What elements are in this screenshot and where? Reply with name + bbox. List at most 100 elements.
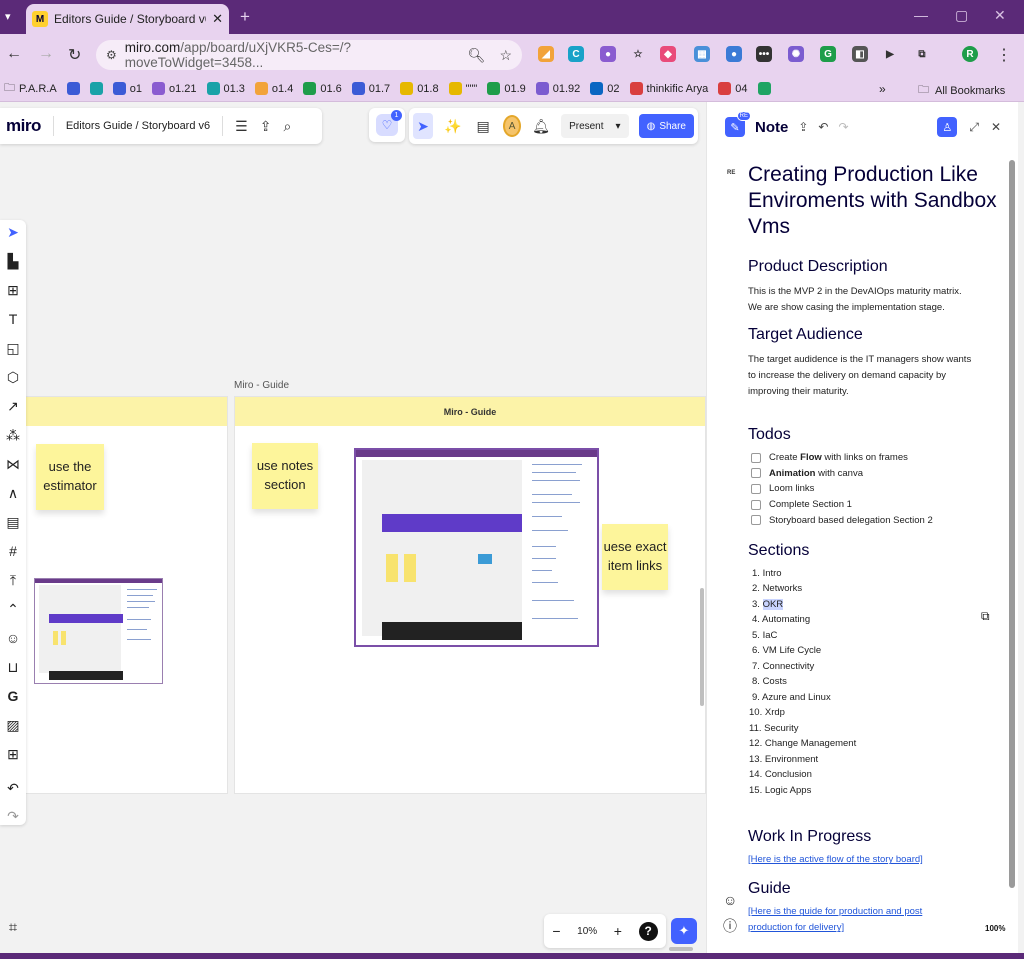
upload-tool-icon[interactable]: ⤒ <box>0 568 26 592</box>
apps-tool-icon[interactable]: ⌃ <box>0 597 26 621</box>
canvas-scrollbar-horizontal[interactable] <box>669 947 693 951</box>
todo-item[interactable]: Loom links <box>751 481 997 497</box>
card-tool-icon[interactable]: ⊔ <box>0 655 26 679</box>
bookmark-item[interactable] <box>89 82 103 95</box>
embedded-screenshot-large[interactable] <box>354 448 599 647</box>
section-list-item[interactable]: 3. OKR <box>752 597 997 613</box>
section-list-item[interactable]: 7. Connectivity <box>752 659 997 675</box>
cursor-follow-icon[interactable]: ➤ <box>413 113 434 139</box>
undo-icon[interactable]: ↶ <box>0 776 26 800</box>
comments-icon[interactable]: ▤ <box>473 113 493 139</box>
ai-assistant-icon[interactable]: ✦ <box>671 918 697 944</box>
expand-icon[interactable]: ⤢ <box>969 120 979 135</box>
back-icon[interactable]: ← <box>6 45 22 63</box>
zoom-level[interactable]: 10% <box>577 926 597 937</box>
share-button[interactable]: ◍ Share <box>638 114 694 138</box>
notifications-bell-icon[interactable]: 🔔︎ <box>531 113 551 139</box>
google-app-icon[interactable]: G <box>0 684 26 708</box>
pen-tool-icon[interactable]: ∧ <box>0 481 26 505</box>
section-list-item[interactable]: 11. Security <box>749 721 997 737</box>
frame-tool-icon[interactable]: # <box>0 539 26 563</box>
section-list-item[interactable]: 2. Networks <box>752 581 997 597</box>
user-avatar[interactable]: A <box>503 115 522 137</box>
extension-11-icon[interactable]: ◧ <box>852 46 868 62</box>
bookmark-item[interactable]: """ <box>448 82 477 95</box>
select-tool-icon[interactable]: ➤ <box>0 220 26 244</box>
todo-item[interactable]: Complete Section 1 <box>751 497 997 513</box>
export-icon[interactable]: ⇪ <box>798 120 808 134</box>
search-icon[interactable]: ⌕ <box>283 118 291 135</box>
close-tab-icon[interactable]: ✕ <box>212 11 223 27</box>
bookmark-item[interactable]: o1.4 <box>254 82 293 95</box>
bookmark-star-icon[interactable]: ☆ <box>499 47 512 64</box>
image-tool-icon[interactable]: ▨ <box>0 713 26 737</box>
extension-7-icon[interactable]: ● <box>726 46 742 62</box>
all-bookmarks-button[interactable]: 🗀 All Bookmarks <box>918 81 1005 100</box>
extension-9-icon[interactable]: ✺ <box>788 46 804 62</box>
browser-menu-icon[interactable]: ⋮ <box>996 45 1012 65</box>
zoom-in-icon[interactable]: + <box>614 923 622 939</box>
close-window-icon[interactable]: ✕ <box>994 7 1006 24</box>
sticky-note-estimator[interactable]: use the estimator <box>36 444 104 510</box>
todo-item[interactable]: Animation with canva <box>751 466 997 482</box>
undo-icon[interactable]: ↶ <box>818 120 828 134</box>
address-bar[interactable]: ⚙ miro.com/app/board/uXjVKR5-Ces=/?moveT… <box>96 40 522 70</box>
diagram-tool-icon[interactable]: ⁂ <box>0 423 26 447</box>
miro-logo[interactable]: miro <box>6 116 41 136</box>
close-panel-icon[interactable]: ✕ <box>991 120 1001 134</box>
bookmark-item[interactable]: 02 <box>590 82 620 95</box>
board-canvas[interactable]: Miro - Guide Miro - Guide use the estima… <box>0 102 706 953</box>
new-tab-icon[interactable]: + <box>240 7 250 27</box>
section-list-item[interactable]: 12. Change Management <box>749 736 997 752</box>
bookmark-item[interactable]: 01.9 <box>487 82 526 95</box>
more-tools-icon[interactable]: ⊞ <box>0 742 26 766</box>
reactions-button[interactable]: ♡ 1 <box>376 110 402 136</box>
extension-10-icon[interactable]: G <box>820 46 836 62</box>
extension-grammar-icon[interactable]: C <box>568 46 584 62</box>
checkbox[interactable] <box>751 515 761 526</box>
bookmark-item[interactable]: 01.7 <box>351 82 390 95</box>
note-scrollbar[interactable] <box>1009 160 1015 888</box>
connector-tool-icon[interactable]: ↗ <box>0 394 26 418</box>
extension-3-icon[interactable]: ● <box>600 46 616 62</box>
sticky-note-notes[interactable]: use notes section <box>252 443 318 509</box>
emoji-tool-icon[interactable]: ☺ <box>0 626 26 650</box>
section-list-item[interactable]: 5. IaC <box>752 628 997 644</box>
bookmark-item[interactable]: 🗀 P.A.R.A <box>4 79 57 98</box>
section-list-item[interactable]: 14. Conclusion <box>749 767 997 783</box>
board-name[interactable]: Editors Guide / Storyboard v6 <box>66 120 210 132</box>
menu-icon[interactable]: ☰ <box>235 118 248 135</box>
checkbox[interactable] <box>751 468 761 479</box>
bookmark-item[interactable]: o1.21 <box>151 82 197 95</box>
browser-tab[interactable]: M Editors Guide / Storyboard v6, V ✕ <box>26 4 229 34</box>
bookmark-item[interactable] <box>66 82 80 95</box>
assign-user-icon[interactable]: ♙ <box>937 117 958 137</box>
section-list-item[interactable]: 15. Logic Apps <box>749 783 997 799</box>
checkbox[interactable] <box>751 483 761 494</box>
extension-1-icon[interactable]: ◢ <box>538 46 554 62</box>
embedded-screenshot-small[interactable] <box>34 578 163 684</box>
section-list-item[interactable]: 8. Costs <box>752 674 997 690</box>
note-title[interactable]: Creating Production Like Enviroments wit… <box>748 162 997 240</box>
mindmap-tool-icon[interactable]: ⋈ <box>0 452 26 476</box>
canvas-scrollbar-vertical[interactable] <box>700 588 704 706</box>
wip-link[interactable]: [Here is the active flow of the story bo… <box>748 852 997 868</box>
zoom-out-icon[interactable]: − <box>552 923 560 939</box>
tab-search-icon[interactable]: ▾ <box>5 10 11 23</box>
section-list-item[interactable]: 6. VM Life Cycle <box>752 643 997 659</box>
export-icon[interactable]: ⇪ <box>260 118 272 135</box>
bookmark-item[interactable]: o1 <box>112 82 142 95</box>
bookmark-item[interactable]: 01.6 <box>303 82 342 95</box>
sticky-note-tool-icon[interactable]: ◱ <box>0 336 26 360</box>
checkbox[interactable] <box>751 499 761 510</box>
minimize-icon[interactable]: — <box>914 7 928 23</box>
help-icon[interactable]: ? <box>638 921 658 941</box>
bookmark-item[interactable]: 01.92 <box>535 82 580 95</box>
redo-icon[interactable]: ↷ <box>838 120 848 134</box>
bookmarks-overflow-button[interactable]: » <box>879 82 886 96</box>
bookmark-item[interactable]: thinkific Arya <box>629 82 708 95</box>
checkbox[interactable] <box>751 452 761 463</box>
help-icon[interactable]: ⓘ <box>723 916 737 936</box>
section-list-item[interactable]: 1. Intro <box>752 566 997 582</box>
frames-panel-icon[interactable]: ⌗ <box>0 910 26 944</box>
